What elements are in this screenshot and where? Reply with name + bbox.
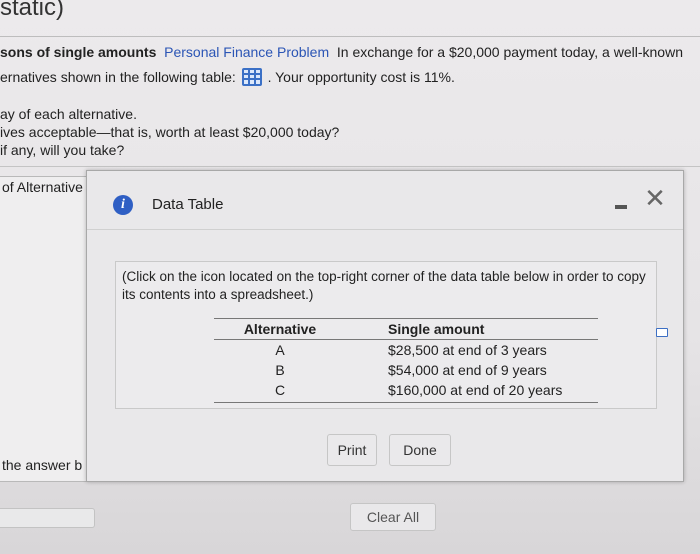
info-icon: i: [113, 195, 133, 215]
table-row: C $160,000 at end of 20 years: [214, 380, 598, 403]
question-1: ay of each alternative.: [0, 106, 137, 122]
alternative-cell: C: [214, 380, 346, 403]
personal-finance-link[interactable]: Personal Finance Problem: [164, 44, 329, 60]
question-3: if any, will you take?: [0, 142, 125, 158]
problem-text-2: ernatives shown in the following table:: [0, 69, 236, 85]
done-button[interactable]: Done: [389, 434, 451, 466]
data-table: Alternative Single amount A $28,500 at e…: [214, 318, 598, 403]
close-icon[interactable]: ✕: [643, 186, 667, 212]
background-page-title: static): [0, 0, 65, 21]
answer-section: of Alternative the answer b: [0, 176, 89, 482]
data-table-dialog: i Data Table ✕ (Click on the icon locate…: [86, 170, 684, 482]
clear-all-button[interactable]: Clear All: [350, 503, 436, 531]
problem-text: In exchange for a $20,000 payment today,…: [336, 44, 683, 60]
divider: [0, 166, 700, 167]
amount-cell: $160,000 at end of 20 years: [346, 380, 598, 403]
minimize-icon[interactable]: [615, 205, 627, 209]
print-button[interactable]: Print: [327, 434, 377, 466]
section-label: of Alternative: [2, 179, 83, 195]
divider: [0, 36, 700, 37]
table-header-row: Alternative Single amount: [214, 318, 598, 340]
data-table-panel: (Click on the icon located on the top-ri…: [115, 261, 668, 409]
problem-statement-line-2: ernatives shown in the following table: …: [0, 68, 455, 86]
amount-cell: $28,500 at end of 3 years: [388, 342, 547, 358]
alternative-cell: A: [275, 342, 285, 358]
spreadsheet-grid-icon[interactable]: [241, 68, 262, 86]
column-header-alternative: Alternative: [214, 318, 346, 340]
table-row: A $28,500 at end of 3 years: [214, 340, 598, 361]
dialog-title: Data Table: [152, 196, 224, 213]
table-row: B $54,000 at end of 9 years: [214, 360, 598, 380]
question-2: ives acceptable—that is, worth at least …: [0, 124, 340, 140]
divider: [87, 229, 683, 230]
alternative-cell: B: [275, 362, 285, 378]
amount-cell: $54,000 at end of 9 years: [388, 362, 547, 378]
answer-label: the answer b: [2, 457, 83, 473]
problem-topic: sons of single amounts: [0, 44, 157, 60]
instructions-text: (Click on the icon located on the top-ri…: [122, 269, 646, 302]
problem-text-3: . Your opportunity cost is 11%.: [267, 69, 455, 85]
dialog-header: i Data Table ✕: [87, 171, 683, 221]
column-header-single-amount: Single amount: [346, 318, 598, 340]
problem-statement-line-1: sons of single amounts Personal Finance …: [0, 44, 683, 60]
copy-icon[interactable]: [656, 328, 668, 337]
answer-input[interactable]: [0, 508, 95, 528]
